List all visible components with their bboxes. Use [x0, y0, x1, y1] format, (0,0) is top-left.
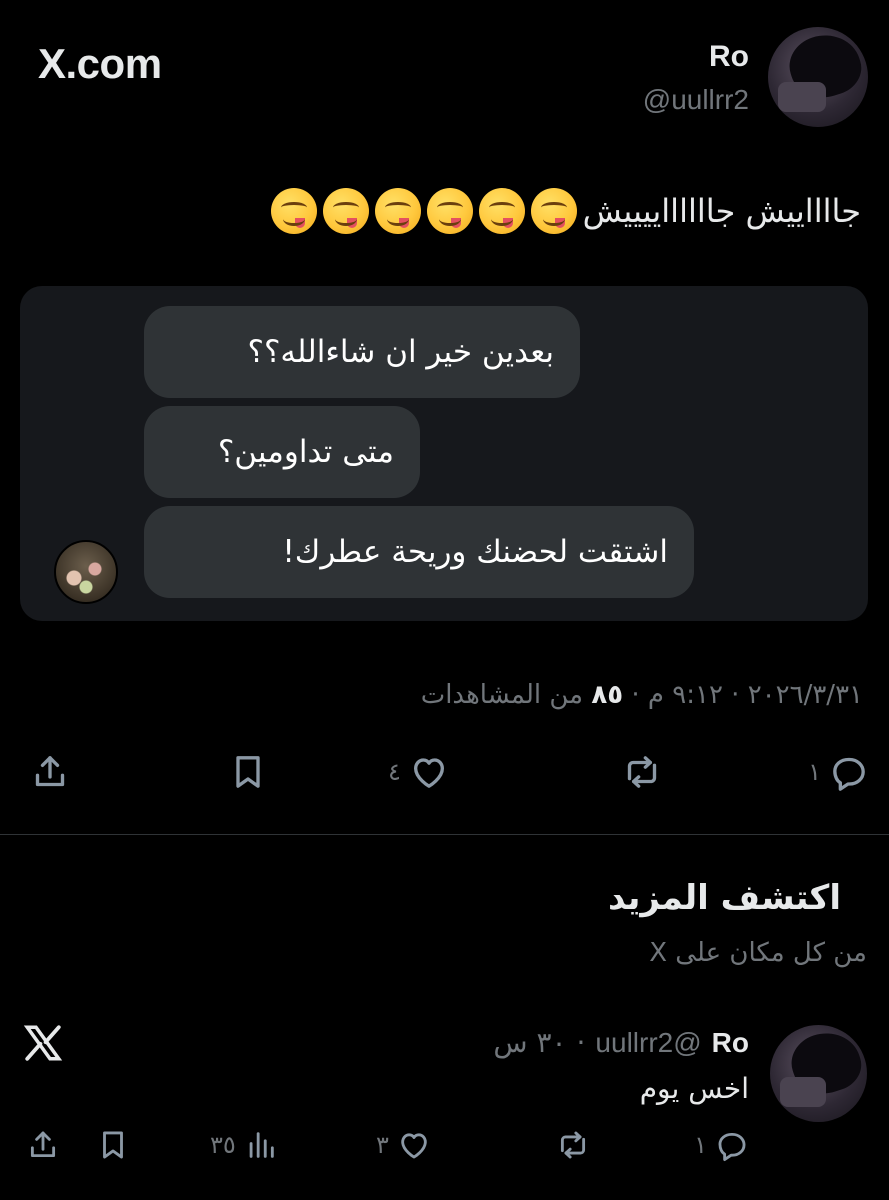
emoji-row [270, 188, 577, 234]
share-button[interactable] [26, 1128, 60, 1162]
avatar[interactable] [768, 27, 868, 127]
views-icon [249, 1132, 274, 1158]
retweet-button[interactable] [622, 752, 662, 792]
retweet-icon [627, 756, 657, 788]
tweet-text: جااااييش جااااااييييش [270, 188, 861, 234]
bookmark-button[interactable] [96, 1128, 130, 1162]
chat-message: اشتقت لحضنك وريحة عطرك! [144, 506, 694, 598]
views-count: ٣٥ [210, 1131, 236, 1159]
display-name[interactable]: Ro [709, 40, 749, 74]
discover-subtitle: من كل مكان على X [649, 938, 867, 968]
retweet-button[interactable] [556, 1128, 590, 1162]
views-button[interactable]: ٣٥ [210, 1128, 278, 1162]
savoring-face-emoji [426, 188, 473, 234]
heart-icon [401, 1133, 427, 1159]
share-icon [35, 756, 65, 787]
savoring-face-emoji [270, 188, 317, 234]
savoring-face-emoji [374, 188, 421, 234]
user-handle[interactable]: @uullrr2 [595, 1027, 701, 1059]
heart-icon [413, 758, 444, 788]
reply-icon [833, 757, 865, 791]
reply-icon [718, 1132, 746, 1162]
tweet-meta: ٢٠٢٦/٣/٣١ · ٩:١٢ م · ٨٥ من المشاهدات [420, 680, 863, 710]
share-icon [30, 1131, 56, 1158]
savoring-face-emoji [530, 188, 577, 234]
like-count: ٣ [376, 1131, 389, 1159]
like-count: ٤ [388, 758, 401, 786]
reply-button[interactable]: ١ [694, 1128, 749, 1162]
like-button[interactable]: ٣ [376, 1128, 431, 1162]
bookmark-button[interactable] [228, 752, 268, 792]
bookmark-icon [236, 756, 260, 788]
views-label: من المشاهدات [420, 680, 584, 710]
views-count: ٨٥ [591, 680, 624, 710]
chat-avatar [54, 540, 118, 604]
brand-logo[interactable]: X.com [38, 40, 162, 88]
tweet-time: ٣٠ س [493, 1026, 567, 1059]
user-handle[interactable]: @uullrr2 [643, 84, 749, 116]
reply-count: ١ [694, 1131, 707, 1159]
chat-screenshot-media[interactable]: بعدين خير ان شاءالله؟؟ متى تداومين؟ اشتق… [20, 286, 868, 621]
divider [0, 834, 889, 835]
like-button[interactable]: ٤ [388, 752, 449, 792]
tweet-time: ٩:١٢ م [647, 680, 723, 710]
avatar[interactable] [770, 1025, 867, 1122]
retweet-icon [560, 1131, 586, 1159]
discover-title: اكتشف المزيد [607, 878, 841, 918]
brand-text: X.com [38, 40, 162, 87]
savoring-face-emoji [478, 188, 525, 234]
tweet-date: ٢٠٢٦/٣/٣١ [747, 680, 863, 710]
chat-message: بعدين خير ان شاءالله؟؟ [144, 306, 580, 398]
bookmark-icon [103, 1131, 123, 1159]
x-logo-icon[interactable] [22, 1022, 64, 1064]
reply-tweet-text: اخس يوم [639, 1072, 749, 1105]
chat-message: متى تداومين؟ [144, 406, 420, 498]
savoring-face-emoji [322, 188, 369, 234]
reply-button[interactable]: ١ [808, 752, 869, 792]
display-name[interactable]: Ro [712, 1027, 749, 1059]
reply-tweet-header: Ro @uullrr2 · ٣٠ س [493, 1026, 749, 1059]
share-button[interactable] [30, 752, 70, 792]
tweet-body: جااااييش جااااااييييش [582, 192, 861, 230]
reply-count: ١ [808, 758, 821, 786]
